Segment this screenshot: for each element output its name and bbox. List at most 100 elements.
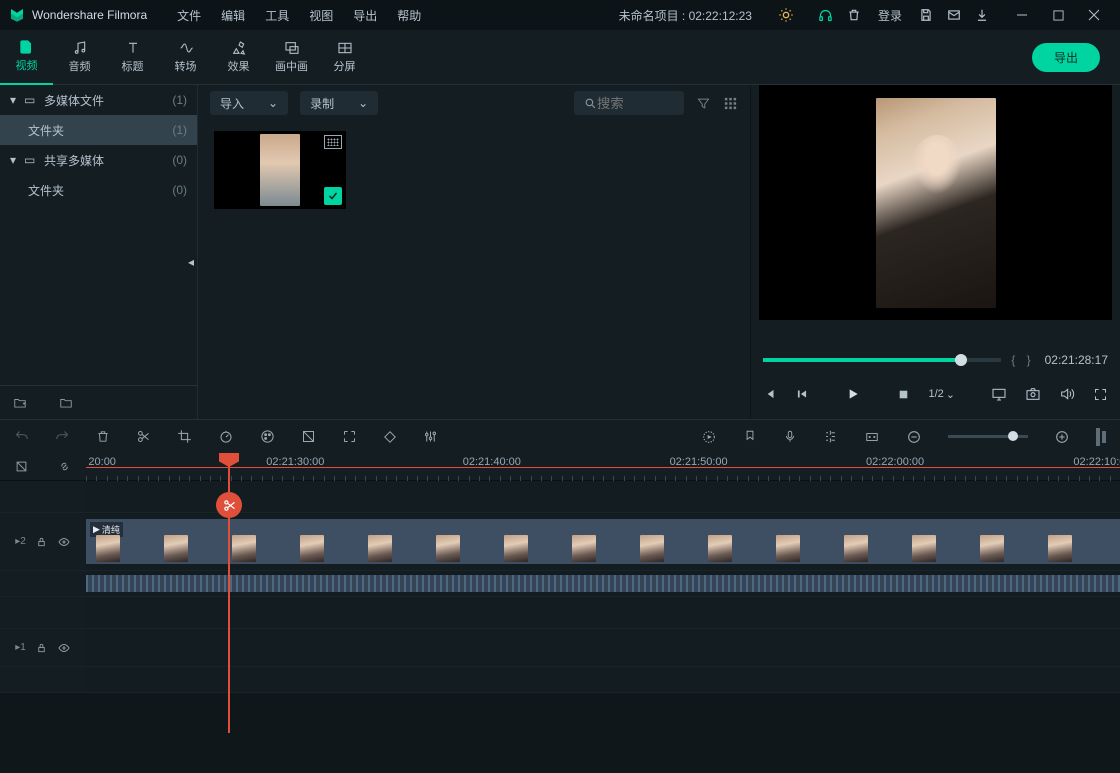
ruler-tick: 02:22:00:00 — [866, 456, 924, 468]
tab-effect-label: 效果 — [228, 58, 250, 74]
eye-icon[interactable] — [57, 642, 71, 654]
redo-button[interactable] — [55, 429, 70, 444]
greenscreen-button[interactable] — [301, 429, 316, 444]
sun-icon[interactable] — [772, 0, 800, 30]
headphone-icon[interactable] — [812, 0, 840, 30]
color-button[interactable] — [260, 429, 275, 444]
import-label: 导入 — [220, 95, 244, 112]
step-back-button[interactable] — [795, 387, 809, 401]
chevron-down-icon: ▾ — [10, 93, 22, 107]
trash-icon[interactable] — [840, 0, 868, 30]
tab-video[interactable]: 视频 — [0, 30, 53, 85]
zoom-slider[interactable] — [948, 435, 1028, 438]
maximize-button[interactable] — [1040, 0, 1076, 30]
link-icon[interactable] — [57, 459, 72, 474]
audio-track-body[interactable] — [86, 571, 1120, 596]
menu-tool[interactable]: 工具 — [255, 7, 299, 24]
check-badge-icon — [324, 187, 342, 205]
tab-effect[interactable]: 效果 — [212, 30, 265, 85]
folder-icon: ▭ — [24, 93, 38, 107]
tab-split[interactable]: 分屏 — [318, 30, 371, 85]
download-icon[interactable] — [968, 0, 996, 30]
grid-view-icon[interactable] — [723, 96, 738, 111]
chevron-down-icon: ⌄ — [358, 96, 368, 110]
media-clip-1[interactable] — [214, 131, 346, 209]
track-number: ▸2 — [15, 536, 26, 547]
split-button[interactable] — [136, 429, 151, 444]
app-name: Wondershare Filmora — [32, 8, 147, 22]
record-dropdown[interactable]: 录制⌄ — [300, 91, 378, 115]
lock-icon[interactable] — [36, 642, 47, 654]
menu-edit[interactable]: 编辑 — [211, 7, 255, 24]
display-icon[interactable] — [991, 386, 1007, 402]
tab-title[interactable]: 标题 — [106, 30, 159, 85]
login-link[interactable]: 登录 — [868, 7, 912, 24]
preview-video[interactable] — [759, 85, 1112, 320]
play-button[interactable] — [845, 386, 861, 402]
folder-shared-sub[interactable]: 文件夹 (0) — [0, 175, 197, 205]
track-audio-2 — [0, 571, 1120, 597]
marker-icon[interactable] — [743, 429, 757, 444]
snap-icon[interactable] — [14, 459, 29, 474]
time-ruler[interactable]: 20:0002:21:30:0002:21:40:0002:21:50:0002… — [86, 453, 1120, 481]
playback-quality[interactable]: 1/2 ⌄ — [928, 388, 955, 401]
expand-icon[interactable] — [342, 429, 357, 444]
track-body[interactable]: ▶清纯 — [86, 513, 1120, 570]
tab-pip[interactable]: 画中画 — [265, 30, 318, 85]
minimize-button[interactable] — [1004, 0, 1040, 30]
search-box[interactable] — [574, 91, 684, 115]
folder-shared-sub-count: (0) — [172, 183, 187, 197]
export-button[interactable]: 导出 — [1032, 43, 1100, 72]
folder-folder1-count: (1) — [172, 123, 187, 137]
video-clip[interactable]: ▶清纯 — [86, 519, 1120, 564]
chevron-down-icon: ⌄ — [268, 96, 278, 110]
voiceover-icon[interactable] — [783, 429, 797, 444]
new-folder-icon[interactable] — [12, 396, 28, 410]
aspect-icon[interactable] — [864, 430, 880, 444]
track-body[interactable] — [86, 629, 1120, 666]
fullscreen-icon[interactable] — [1093, 387, 1108, 402]
prev-frame-button[interactable] — [763, 387, 777, 401]
collapse-handle[interactable]: ◂ — [184, 242, 198, 282]
ruler-tick: 02:21:50:00 — [670, 456, 728, 468]
app-logo — [8, 6, 26, 24]
folder-folder1[interactable]: 文件夹 (1) — [0, 115, 197, 145]
delete-button[interactable] — [96, 429, 110, 444]
zoom-out-icon[interactable] — [906, 429, 922, 445]
preview-progress-bar[interactable] — [763, 358, 1001, 362]
audio-mixer-icon[interactable] — [823, 429, 838, 444]
ruler-tick: 20:00 — [88, 456, 116, 468]
mail-icon[interactable] — [940, 0, 968, 30]
filter-icon[interactable] — [696, 96, 711, 111]
tab-audio[interactable]: 音频 — [53, 30, 106, 85]
undo-button[interactable] — [14, 429, 29, 444]
open-folder-icon[interactable] — [58, 396, 74, 410]
eye-icon[interactable] — [57, 536, 71, 548]
snapshot-icon[interactable] — [1025, 386, 1041, 402]
menu-view[interactable]: 视图 — [299, 7, 343, 24]
cut-marker[interactable] — [216, 492, 242, 518]
folder-shared[interactable]: ▾ ▭ 共享多媒体 (0) — [0, 145, 197, 175]
lock-icon[interactable] — [36, 536, 47, 548]
import-dropdown[interactable]: 导入 ⌄ — [210, 91, 288, 115]
ruler-tick: 02:21:40:00 — [463, 456, 521, 468]
crop-button[interactable] — [177, 429, 192, 444]
menu-export[interactable]: 导出 — [343, 7, 387, 24]
close-button[interactable] — [1076, 0, 1112, 30]
tab-transition[interactable]: 转场 — [159, 30, 212, 85]
menu-file[interactable]: 文件 — [167, 7, 211, 24]
vertical-meter-icon[interactable] — [1096, 428, 1106, 446]
keyframe-icon[interactable] — [383, 430, 397, 444]
zoom-in-icon[interactable] — [1054, 429, 1070, 445]
folder-multimedia[interactable]: ▾ ▭ 多媒体文件 (1) — [0, 85, 197, 115]
stop-button[interactable] — [897, 388, 910, 401]
volume-icon[interactable] — [1059, 386, 1075, 402]
mark-brackets[interactable]: { } — [1011, 353, 1034, 367]
track-audio-1 — [0, 667, 1120, 693]
speed-button[interactable] — [218, 429, 234, 444]
search-input[interactable] — [597, 96, 667, 111]
save-icon[interactable] — [912, 0, 940, 30]
menu-help[interactable]: 帮助 — [387, 7, 431, 24]
mixer-icon[interactable] — [423, 429, 438, 444]
render-icon[interactable] — [701, 429, 717, 445]
